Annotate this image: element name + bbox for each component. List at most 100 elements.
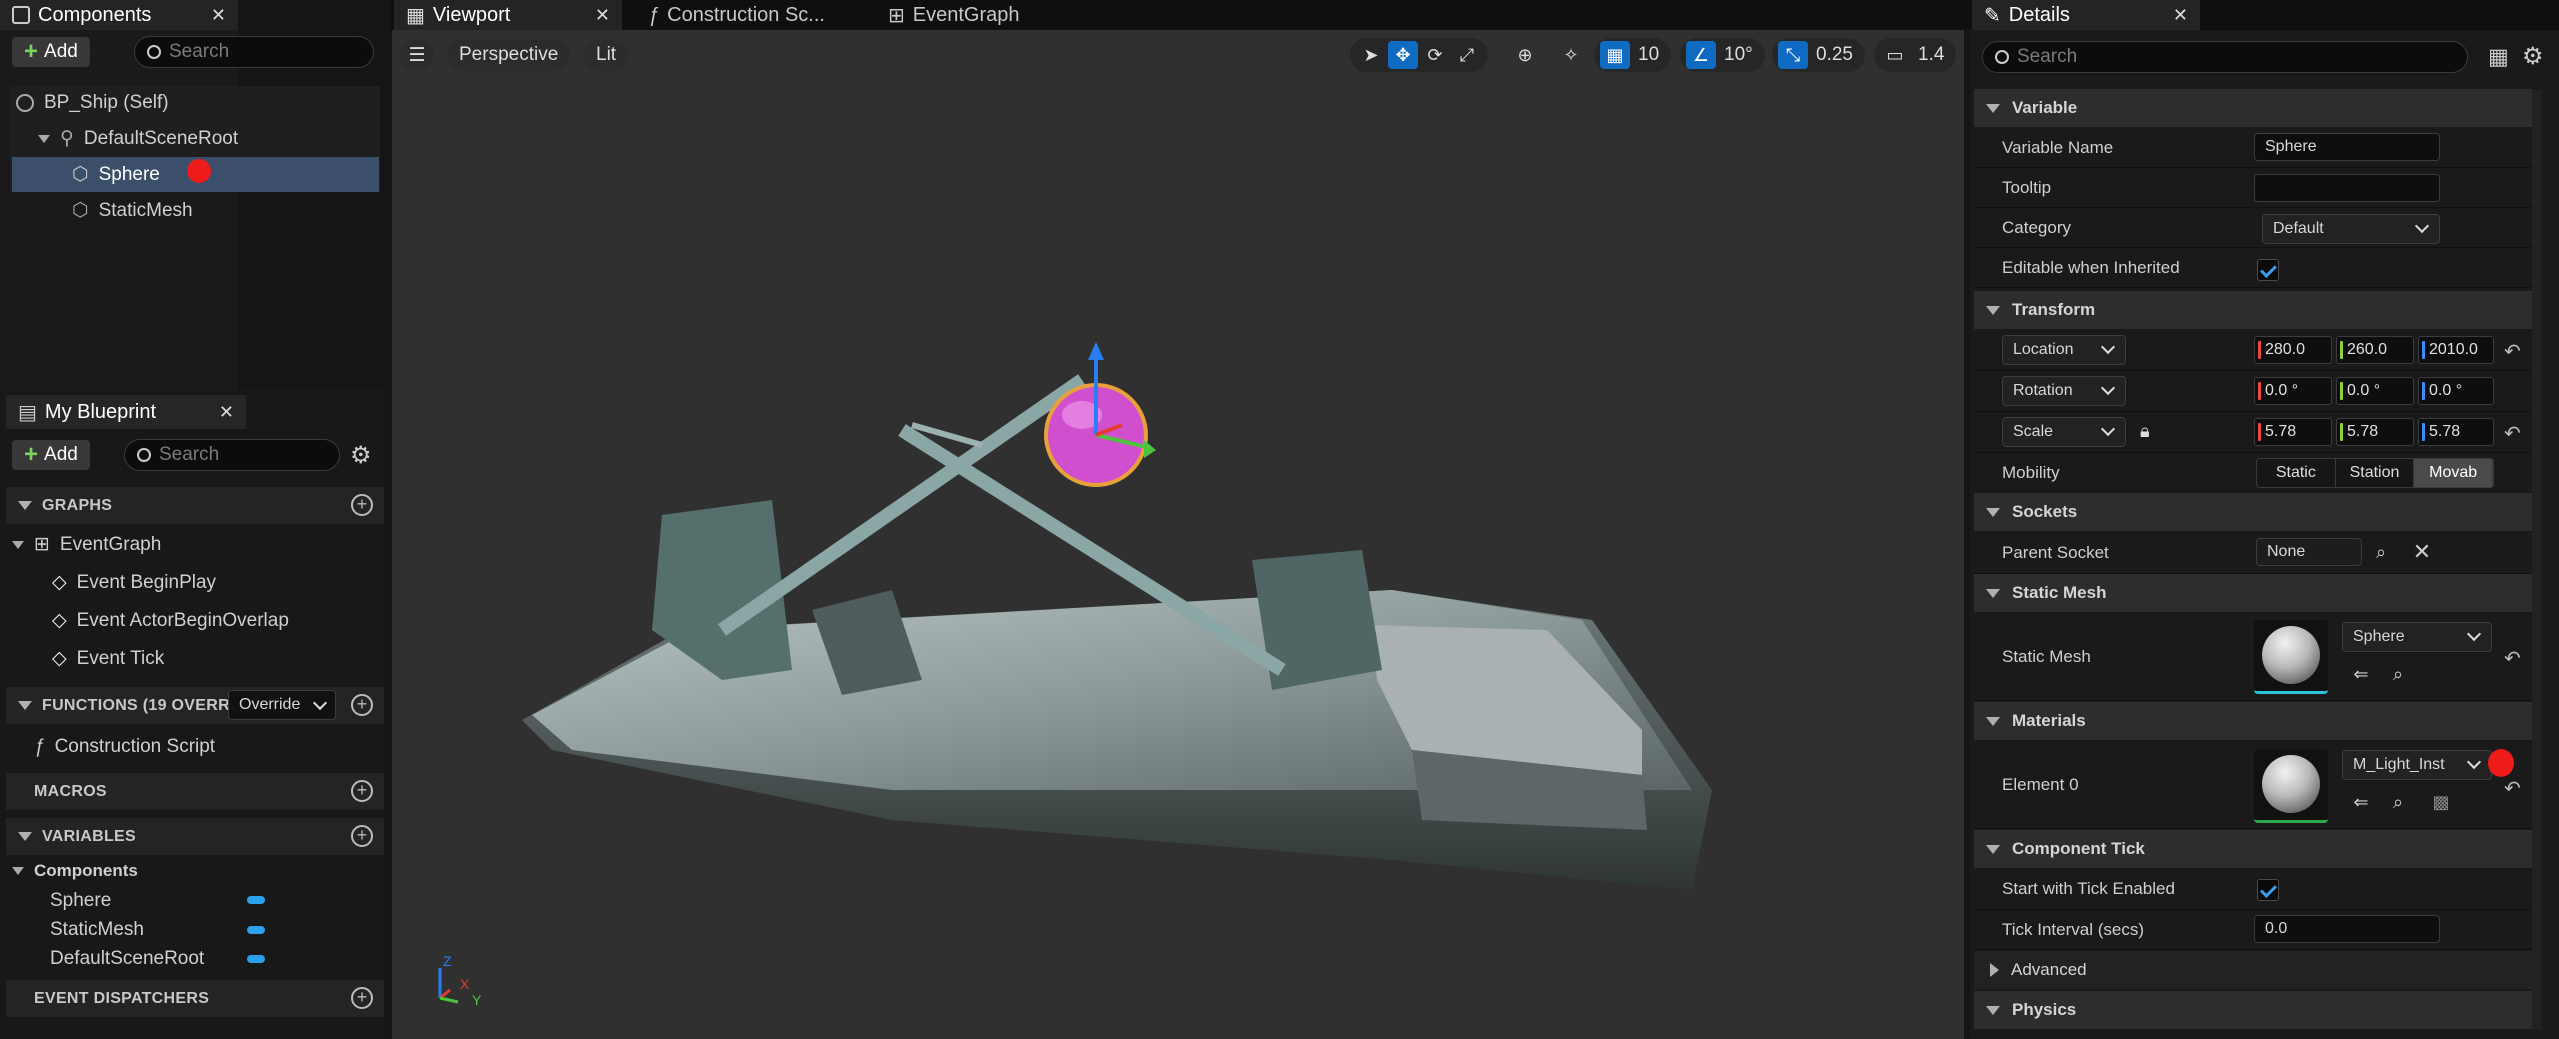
rotation-dropdown[interactable]: Rotation [2002,376,2126,406]
annotation-red-dot [187,159,211,183]
section-variable[interactable]: Variable [1974,89,2532,127]
variable-category-components[interactable]: Components [12,861,138,881]
scale-z-input[interactable]: 5.78 [2418,418,2494,446]
override-dropdown[interactable]: Override [228,690,336,720]
close-icon[interactable]: ✕ [595,5,610,26]
mobility-movable[interactable]: Movab [2414,459,2493,487]
mobility-static[interactable]: Static [2257,459,2336,487]
graph-item-eventgraph[interactable]: ⊞ EventGraph [12,533,161,556]
my-blueprint-search-input[interactable]: Search [124,439,340,471]
location-y-input[interactable]: 260.0 [2336,336,2414,364]
clear-x-icon[interactable]: ✕ [2411,539,2433,564]
actor-icon [16,93,34,112]
section-materials[interactable]: Materials [1974,702,2532,740]
function-item-construction-script[interactable]: ƒ Construction Script [34,736,215,758]
section-macros[interactable]: MACROS [6,773,384,810]
table-view-icon[interactable]: ▦ [2488,44,2509,70]
rotation-z-input[interactable]: 0.0 ° [2418,377,2494,405]
ship-model[interactable] [392,30,1964,1039]
gizmo-z-arrow[interactable] [1088,342,1104,360]
static-mesh-dropdown[interactable]: Sphere [2342,622,2492,652]
tab-viewport[interactable]: ▦ Viewport ✕ [394,0,622,30]
variable-item-defaultsceneroot[interactable]: DefaultSceneRoot [50,948,204,970]
tab-details[interactable]: ✎ Details ✕ [1972,0,2200,30]
gizmo-y-arrow[interactable] [1144,440,1156,458]
browse-socket-icon[interactable]: ⌕ [2370,541,2392,563]
parent-socket-field[interactable]: None [2256,538,2362,566]
add-blueprint-member-button[interactable]: + Add [12,440,90,470]
reset-arrow-icon[interactable]: ↶ [2504,421,2521,446]
material-thumbnail[interactable] [2254,749,2328,823]
scale-dropdown[interactable]: Scale [2002,417,2126,447]
browse-asset-icon[interactable]: ⌕ [2387,791,2409,813]
section-component-tick[interactable]: Component Tick [1974,830,2532,868]
tab-components[interactable]: Components ✕ [0,0,238,30]
components-search-input[interactable]: Search [134,36,374,68]
tick-interval-input[interactable]: 0.0 [2254,915,2440,943]
tree-item-label: BP_Ship (Self) [44,91,169,113]
use-selected-icon[interactable]: ⇐ [2350,791,2372,813]
tooltip-input[interactable] [2254,174,2440,202]
add-variable-icon[interactable]: + [351,825,373,847]
add-dispatcher-icon[interactable]: + [351,987,373,1009]
section-sockets[interactable]: Sockets [1974,493,2532,531]
reset-arrow-icon[interactable]: ↶ [2504,776,2521,801]
section-variables[interactable]: VARIABLES [6,818,384,855]
material-options-icon[interactable]: ▩ [2430,791,2452,813]
reset-arrow-icon[interactable]: ↶ [2504,646,2521,671]
variable-name-input[interactable]: Sphere [2254,133,2440,161]
section-transform[interactable]: Transform [1974,291,2532,329]
tree-item-bp-ship[interactable]: BP_Ship (Self) [16,85,169,120]
static-mesh-thumbnail[interactable] [2254,620,2328,694]
use-selected-icon[interactable]: ⇐ [2350,663,2372,685]
location-dropdown[interactable]: Location [2002,335,2126,365]
settings-gear-icon[interactable]: ⚙ [350,441,372,470]
tree-item-sphere[interactable]: ⬡ Sphere [72,157,160,192]
section-static-mesh[interactable]: Static Mesh [1974,574,2532,612]
scale-y-input[interactable]: 5.78 [2336,418,2414,446]
browse-asset-icon[interactable]: ⌕ [2387,663,2409,685]
add-function-icon[interactable]: + [351,694,373,716]
tick-enabled-checkbox[interactable] [2257,879,2279,901]
event-item-beginplay[interactable]: ◇ Event BeginPlay [52,571,216,594]
tab-eventgraph[interactable]: ⊞ EventGraph [876,0,1076,30]
row-variable-name: Variable Name [1974,128,2532,168]
tab-construction-script[interactable]: ƒ Construction Sc... [636,0,856,30]
close-icon[interactable]: ✕ [219,402,234,423]
rotation-y-input[interactable]: 0.0 ° [2336,377,2414,405]
scale-x-input[interactable]: 5.78 [2254,418,2332,446]
event-item-label: Event BeginPlay [76,571,217,593]
add-macro-icon[interactable]: + [351,780,373,802]
tree-item-staticmesh[interactable]: ⬡ StaticMesh [72,193,193,228]
section-graphs[interactable]: GRAPHS [6,487,384,524]
mobility-segmented-control[interactable]: Static Station Movab [2256,458,2494,488]
mobility-stationary[interactable]: Station [2336,459,2415,487]
add-graph-icon[interactable]: + [351,494,373,516]
section-physics[interactable]: Physics [1974,991,2532,1029]
add-component-button[interactable]: + Add [12,37,90,67]
close-icon[interactable]: ✕ [2173,5,2188,26]
material-dropdown[interactable]: M_Light_Inst [2342,750,2492,780]
event-item-actorbeginoverlap[interactable]: ◇ Event ActorBeginOverlap [52,609,289,632]
rotation-x-input[interactable]: 0.0 ° [2254,377,2332,405]
variable-name-value: Sphere [2265,138,2317,155]
location-z-input[interactable]: 2010.0 [2418,336,2494,364]
tree-item-default-scene-root[interactable]: ⚲ DefaultSceneRoot [38,121,238,156]
section-advanced[interactable]: Advanced [1974,951,2532,989]
details-scrollbar[interactable] [2532,90,2542,1030]
event-item-tick[interactable]: ◇ Event Tick [52,647,164,670]
reset-arrow-icon[interactable]: ↶ [2504,339,2521,364]
details-search-input[interactable]: Search [1982,41,2468,73]
mesh-icon: ⬡ [72,164,89,185]
close-icon[interactable]: ✕ [211,5,226,26]
category-dropdown[interactable]: Default [2262,214,2440,244]
variable-item-staticmesh[interactable]: StaticMesh [50,919,144,941]
location-x-input[interactable]: 280.0 [2254,336,2332,364]
settings-gear-icon[interactable]: ⚙ [2522,42,2544,71]
function-icon: ƒ [648,3,660,26]
lock-icon[interactable]: 🔒︎ [2140,421,2150,442]
section-event-dispatchers[interactable]: EVENT DISPATCHERS [6,980,384,1017]
variable-item-sphere[interactable]: Sphere [50,890,111,912]
tab-my-blueprint[interactable]: ▤ My Blueprint ✕ [6,395,246,429]
editable-inherited-checkbox[interactable] [2257,259,2279,281]
